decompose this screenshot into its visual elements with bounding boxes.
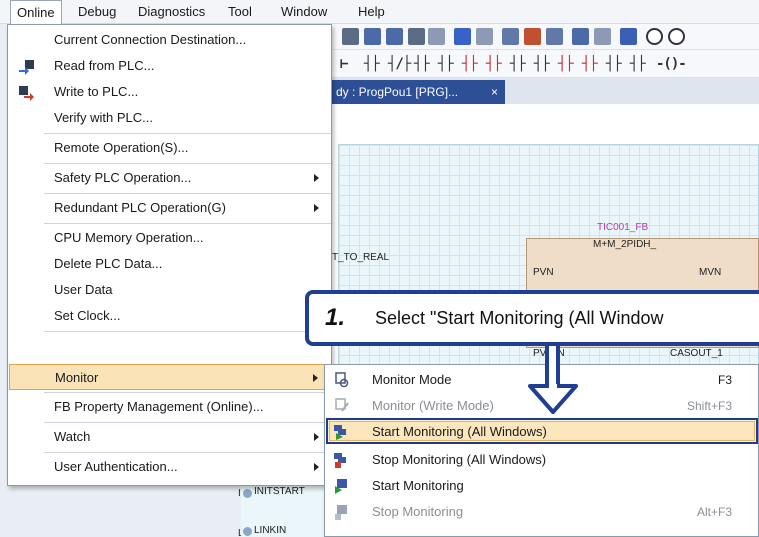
toolbar-icon[interactable] <box>524 28 541 45</box>
menu-item-read-from-plc[interactable]: Read from PLC... <box>9 53 331 79</box>
menu-separator <box>44 422 331 423</box>
menu-separator <box>44 163 331 164</box>
contact-nc-icon[interactable]: ┤/├ <box>388 56 411 72</box>
contact-icon[interactable]: ┤├ <box>582 56 598 72</box>
toolbar-ladder: ⊢ ┤├ ┤/├ ┤├ ┤├ ┤├ ┤├ ┤├ ┤├ ┤├ ┤├ ┤├ ┤├ -… <box>330 50 759 78</box>
menu-separator <box>44 133 331 134</box>
menu-item-safety-plc-operation[interactable]: Safety PLC Operation... <box>9 165 331 191</box>
var-initstart-label: INITSTART <box>254 486 305 497</box>
step-text: Select "Start Monitoring (All Window <box>375 308 664 328</box>
zoom-in-icon[interactable] <box>646 28 663 45</box>
menu-item-user-data[interactable]: User Data <box>9 277 331 303</box>
contact-no-icon[interactable]: ┤├ <box>364 56 380 72</box>
menu-bar: Online Debug Diagnostics Tool Window Hel… <box>0 0 759 25</box>
menu-item-redundant-plc-operation[interactable]: Redundant PLC Operation(G) <box>9 195 331 221</box>
toolbar-icon[interactable] <box>364 28 381 45</box>
fb-instance-name: TIC001_FB <box>597 222 649 233</box>
instruction-callout: 1. Select "Start Monitoring (All Window <box>305 290 759 346</box>
write-to-plc-icon <box>19 86 34 101</box>
menu-online[interactable]: Online <box>10 0 62 25</box>
submenu-item-start-monitoring-all[interactable]: Start Monitoring (All Windows) <box>326 418 758 444</box>
toolbar-icon[interactable] <box>546 28 563 45</box>
toolbar-icon[interactable] <box>502 28 519 45</box>
step-number: 1. <box>325 304 346 331</box>
menu-item-write-to-plc[interactable]: Write to PLC... <box>9 79 331 105</box>
menu-item-remote-operation[interactable]: Remote Operation(S)... <box>9 135 331 161</box>
toolbar-dev-icon[interactable] <box>476 28 493 45</box>
var-linkin-label: LINKIN <box>254 525 287 536</box>
close-icon[interactable]: × <box>491 80 498 104</box>
submenu-arrow-icon <box>314 433 319 441</box>
contact-icon[interactable]: ┤├ <box>606 56 622 72</box>
menu-help[interactable]: Help <box>352 0 391 24</box>
submenu-item-stop-monitoring[interactable]: Stop Monitoring Alt+F3 <box>326 499 758 525</box>
document-tab-row: dy : ProgPou1 [PRG]... × <box>330 78 759 104</box>
left-fb-label: T_TO_REAL <box>332 252 390 263</box>
menu-diagnostics[interactable]: Diagnostics <box>132 0 211 24</box>
contact-icon[interactable]: ┤├ <box>558 56 574 72</box>
menu-item-delete-plc-data[interactable]: Delete PLC Data... <box>9 251 331 277</box>
callout-arrow-icon <box>528 384 578 414</box>
menu-item-cpu-memory-operation[interactable]: CPU Memory Operation... <box>9 225 331 251</box>
read-from-plc-icon <box>19 60 34 75</box>
menu-item-current-connection[interactable]: Current Connection Destination... <box>9 27 331 53</box>
contact-icon[interactable]: ┤├ <box>534 56 550 72</box>
menu-item-monitor[interactable]: Monitor <box>9 364 331 390</box>
menu-separator <box>44 452 331 453</box>
monitor-write-mode-icon <box>335 398 349 412</box>
menu-window[interactable]: Window <box>275 0 333 24</box>
variable-dot-icon <box>243 489 252 498</box>
toolbar-icon[interactable] <box>428 28 445 45</box>
submenu-arrow-icon <box>314 174 319 182</box>
start-monitoring-icon <box>335 479 347 494</box>
toolbar-top <box>330 24 759 50</box>
menu-item-watch[interactable]: Watch <box>9 424 331 450</box>
fb-pin-mvn: MVN <box>699 267 722 278</box>
menu-item-verify-with-plc[interactable]: Verify with PLC... <box>9 105 331 131</box>
submenu-arrow-icon <box>314 204 319 212</box>
toolbar-icon[interactable] <box>572 28 589 45</box>
fb-pin-casout: CASOUT_1 <box>670 348 723 359</box>
stop-monitoring-all-icon <box>334 453 346 468</box>
menu-separator <box>44 392 331 393</box>
menu-item-user-authentication[interactable]: User Authentication... <box>9 454 331 480</box>
toolbar-icon[interactable] <box>408 28 425 45</box>
menu-separator <box>44 331 331 332</box>
fb-pin-pvn: PVN <box>533 267 554 278</box>
toolbar-icon[interactable] <box>386 28 403 45</box>
menu-tool[interactable]: Tool <box>222 0 258 24</box>
submenu-item-start-monitoring[interactable]: Start Monitoring <box>326 473 758 499</box>
submenu-arrow-icon <box>313 374 318 382</box>
toolbar-icon[interactable] <box>594 28 611 45</box>
fb-type-name: M+M_2PIDH_ <box>593 239 657 250</box>
contact-icon[interactable]: ┤├ <box>486 56 502 72</box>
monitor-mode-icon <box>335 372 349 388</box>
menu-item-set-clock[interactable]: Set Clock... <box>9 303 331 329</box>
coil-icon[interactable]: -()- <box>656 56 687 72</box>
contact-icon[interactable]: ┤├ <box>630 56 646 72</box>
tab-progpou1[interactable]: dy : ProgPou1 [PRG]... × <box>330 80 505 104</box>
variable-dot-icon <box>243 527 252 536</box>
menu-debug[interactable]: Debug <box>72 0 122 24</box>
zoom-out-icon[interactable] <box>668 28 685 45</box>
submenu-arrow-icon <box>314 463 319 471</box>
toolbar-icon[interactable] <box>342 28 359 45</box>
online-menu: Current Connection Destination... Read f… <box>7 24 332 486</box>
start-monitoring-all-icon <box>334 425 346 440</box>
contact-icon[interactable]: ┤├ <box>510 56 526 72</box>
contact-icon[interactable]: ┤├ <box>414 56 430 72</box>
menu-separator <box>44 193 331 194</box>
menu-item-fb-property-management[interactable]: FB Property Management (Online)... <box>9 394 331 420</box>
callout-arrow-stem <box>545 346 560 388</box>
contact-icon[interactable]: ┤├ <box>438 56 454 72</box>
menu-separator <box>44 223 331 224</box>
tab-label: dy : ProgPou1 [PRG]... <box>336 85 459 99</box>
contact-icon[interactable]: ┤├ <box>462 56 478 72</box>
submenu-item-stop-monitoring-all[interactable]: Stop Monitoring (All Windows) <box>326 447 758 473</box>
stop-monitoring-icon <box>335 505 347 520</box>
toolbar-dev-icon[interactable] <box>454 28 471 45</box>
contact-icon[interactable]: ⊢ <box>340 56 349 72</box>
toolbar-icon[interactable] <box>620 28 637 45</box>
